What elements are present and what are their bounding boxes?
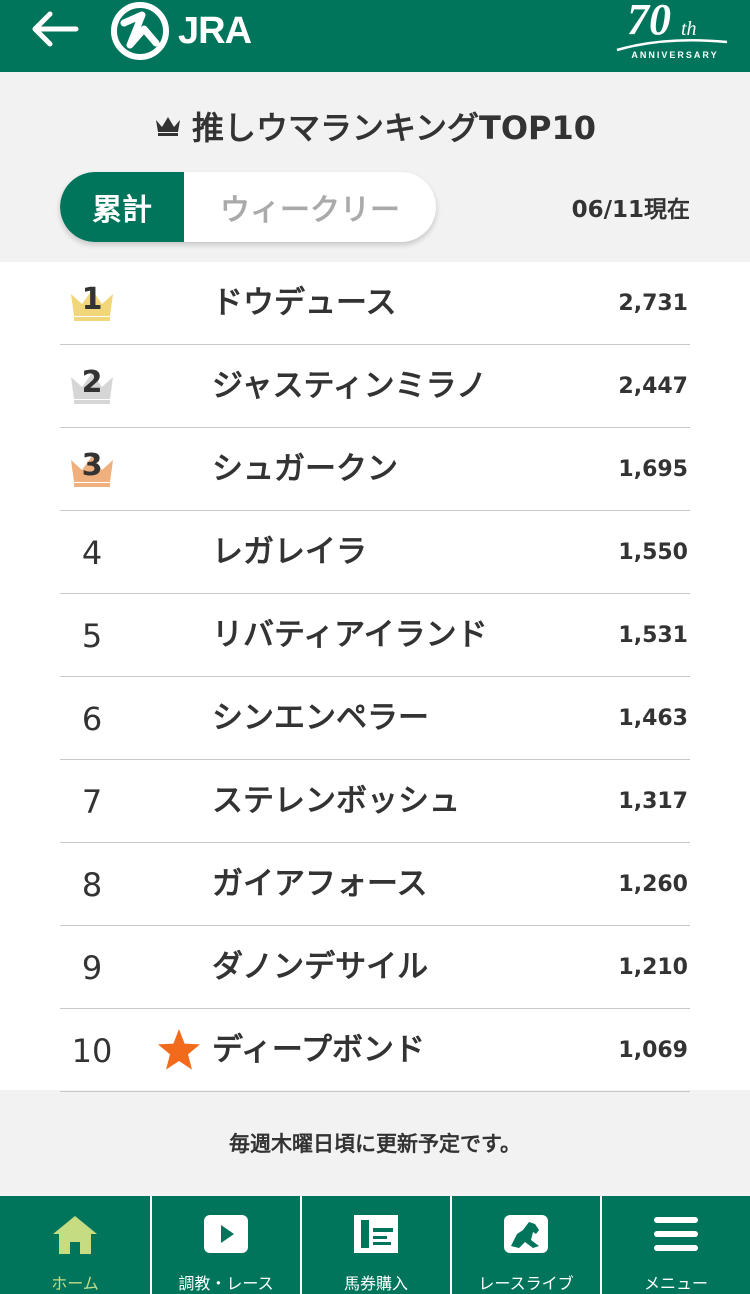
back-arrow-icon (32, 11, 79, 47)
vote-count: 1,210 (618, 955, 688, 980)
nav-menu[interactable]: メニュー (600, 1196, 750, 1294)
ranking-row[interactable]: 4 レガレイラ 1,550 (60, 511, 690, 594)
horse-name: ディープボンド (212, 1032, 425, 1068)
ranking-row[interactable]: 5 リバティアイランド 1,531 (60, 594, 690, 677)
update-note: 毎週木曜日頃に更新予定です。 (229, 1132, 521, 1156)
rank-number: 2 (81, 365, 103, 400)
horse-name: リバティアイランド (212, 617, 488, 653)
horse-name: ステレンボッシュ (212, 783, 460, 819)
rank-number: 9 (81, 948, 103, 987)
ranking-row[interactable]: 3 シュガークン 1,695 (60, 428, 690, 511)
rank-number: 5 (81, 616, 103, 655)
rank-number: 7 (81, 782, 103, 821)
bottom-nav: ホーム 調教・レース 馬券購入 レースライブ メニュー (0, 1196, 750, 1294)
rank-number: 4 (81, 533, 103, 572)
nav-label: メニュー (643, 1274, 708, 1293)
ranking-list: 1 ドウデュース 2,731 2 ジャスティンミラノ 2,447 3 シュガーク… (0, 262, 750, 1092)
star-icon (158, 1029, 200, 1070)
vote-count: 1,550 (618, 540, 688, 565)
play-icon (204, 1215, 248, 1253)
rank-number: 3 (81, 448, 103, 483)
horse-name: レガレイラ (212, 534, 367, 570)
ticket-icon (354, 1215, 398, 1253)
ranking-row[interactable]: 7 ステレンボッシュ 1,317 (60, 760, 690, 843)
tab-cumulative[interactable]: 累計 (60, 172, 184, 242)
menu-icon (654, 1217, 698, 1251)
jra-logo: JRA (110, 0, 252, 62)
vote-count: 1,531 (618, 623, 688, 648)
ranking-row[interactable]: 9 ダノンデサイル 1,210 (60, 926, 690, 1009)
anniversary-badge: 70 th ANNIVERSARY (615, 0, 730, 68)
vote-count: 1,260 (618, 872, 688, 897)
ranking-row[interactable]: 8 ガイアフォース 1,260 (60, 843, 690, 926)
rank-number: 8 (81, 865, 103, 904)
anniversary-text: ANNIVERSARY (631, 50, 719, 60)
ranking-row[interactable]: 6 シンエンペラー 1,463 (60, 677, 690, 760)
horse-name: ドウデュース (212, 285, 397, 321)
nav-training-race[interactable]: 調教・レース (150, 1196, 300, 1294)
ranking-row[interactable]: 1 ドウデュース 2,731 (60, 262, 690, 345)
vote-count: 1,069 (618, 1038, 688, 1063)
ranking-row[interactable]: 10 ディープボンド 1,069 (60, 1009, 690, 1092)
vote-count: 2,447 (618, 374, 688, 399)
nav-label: レースライブ (478, 1274, 574, 1293)
horse-name: ガイアフォース (212, 866, 428, 902)
ranking-period-tabs: 累計 ウィークリー (60, 172, 436, 242)
horse-name: シンエンペラー (212, 700, 429, 736)
vote-count: 1,695 (618, 457, 688, 482)
ranking-row[interactable]: 2 ジャスティンミラノ 2,447 (60, 345, 690, 428)
back-button[interactable] (22, 6, 86, 52)
jra-emblem-icon (111, 2, 169, 60)
as-of-date: 06/11現在 (571, 197, 690, 223)
horse-icon (504, 1215, 548, 1253)
nav-label: 馬券購入 (343, 1274, 408, 1293)
rank-number: 6 (81, 699, 103, 738)
nav-label: 調教・レース (178, 1274, 274, 1293)
nav-race-live[interactable]: レースライブ (450, 1196, 600, 1294)
tab-weekly[interactable]: ウィークリー (184, 172, 436, 242)
home-icon (53, 1216, 97, 1254)
nav-home[interactable]: ホーム (0, 1196, 150, 1294)
rank-number: 10 (71, 1031, 113, 1070)
vote-count: 1,463 (618, 706, 688, 731)
horse-name: ダノンデサイル (212, 949, 429, 985)
rank-number: 1 (81, 282, 103, 317)
logo-text: JRA (178, 9, 252, 52)
horse-name: シュガークン (212, 451, 398, 487)
crown-icon (155, 117, 180, 136)
vote-count: 1,317 (618, 789, 688, 814)
nav-label: ホーム (51, 1274, 99, 1293)
horse-name: ジャスティンミラノ (212, 368, 487, 404)
vote-count: 2,731 (618, 291, 688, 316)
app-header: JRA 70 th ANNIVERSARY (0, 0, 750, 72)
page-title-text: 推しウマランキングTOP10 (191, 109, 597, 147)
page-title: 推しウマランキングTOP10 (0, 100, 750, 152)
nav-ticket-purchase[interactable]: 馬券購入 (300, 1196, 450, 1294)
